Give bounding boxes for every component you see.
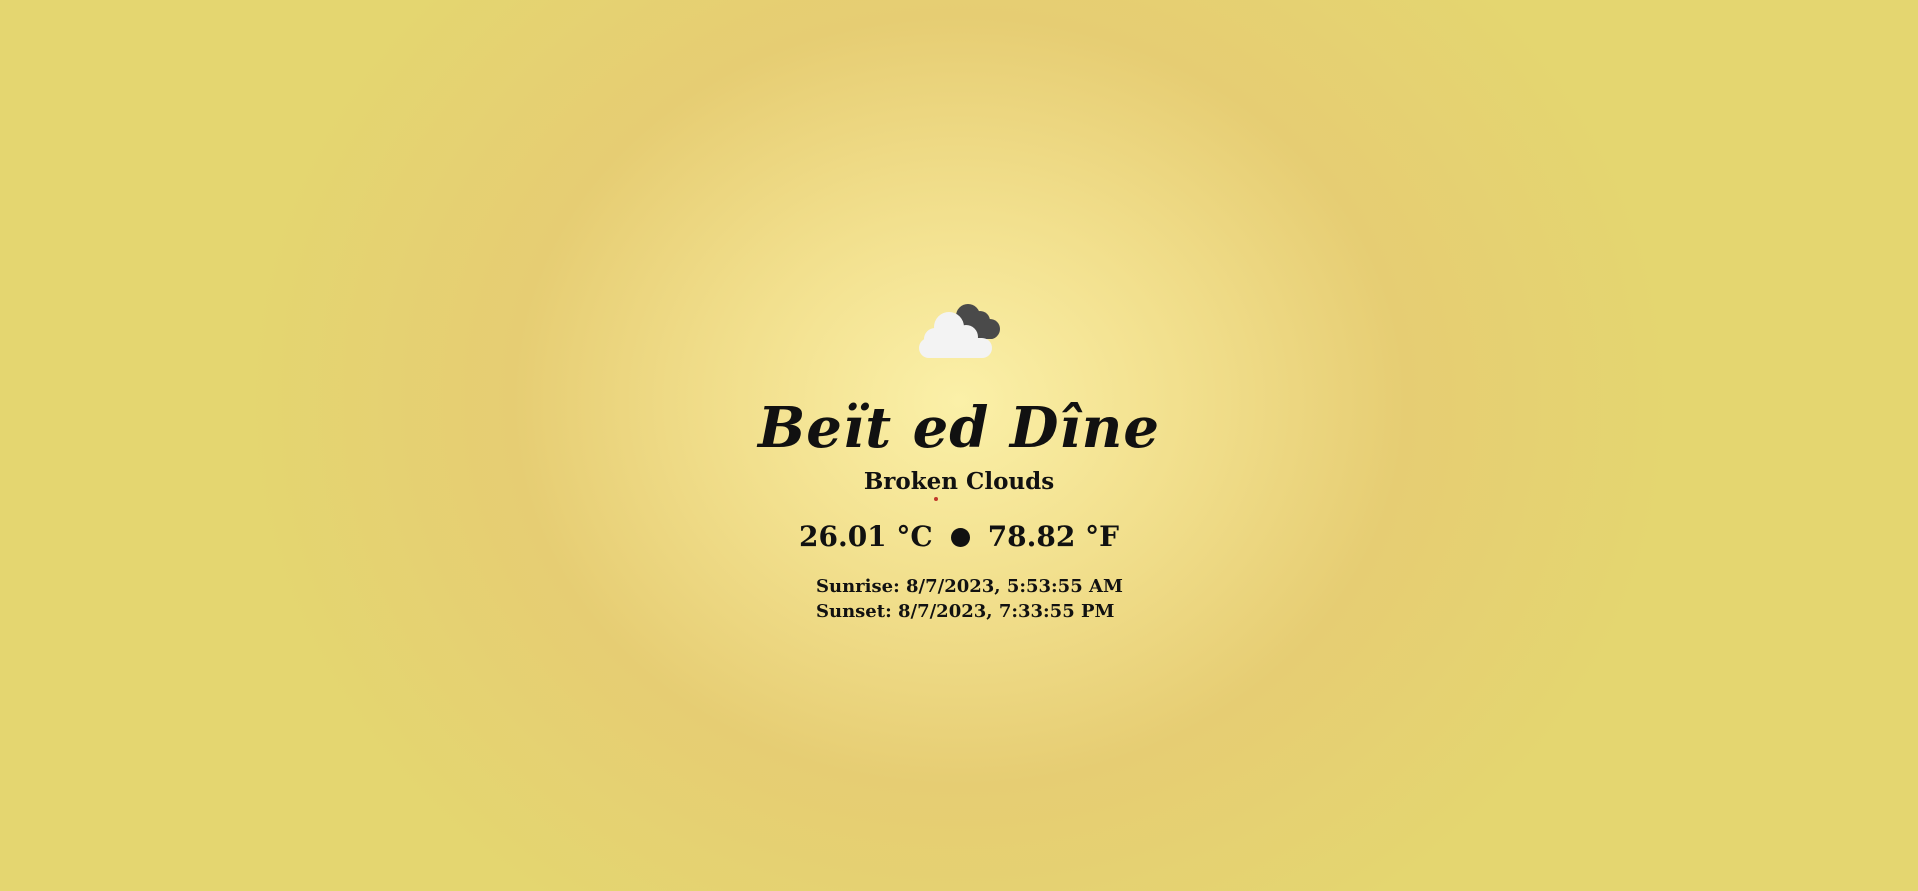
sun-times: Sunrise: 8/7/2023, 5:53:55 AM Sunset: 8/…: [816, 574, 1123, 624]
separator-dot: [950, 527, 970, 547]
temperature-row: 26.01 °C 78.82 °F: [0, 519, 1918, 555]
city-name: Beït ed Dîne: [757, 395, 1161, 461]
temperature-celsius: 26.01 °C: [798, 520, 933, 553]
weather-panel: Beït ed Dîne Broken Clouds 26.01 °C 78.8…: [0, 0, 1918, 891]
temperature-fahrenheit: 78.82 °F: [987, 520, 1120, 553]
red-marker-dot: [934, 497, 938, 501]
weather-condition: Broken Clouds: [863, 468, 1055, 495]
sunrise-time: Sunrise: 8/7/2023, 5:53:55 AM: [816, 576, 1123, 597]
broken-clouds-icon: [915, 296, 1007, 358]
sunset-time: Sunset: 8/7/2023, 7:33:55 PM: [816, 601, 1115, 622]
